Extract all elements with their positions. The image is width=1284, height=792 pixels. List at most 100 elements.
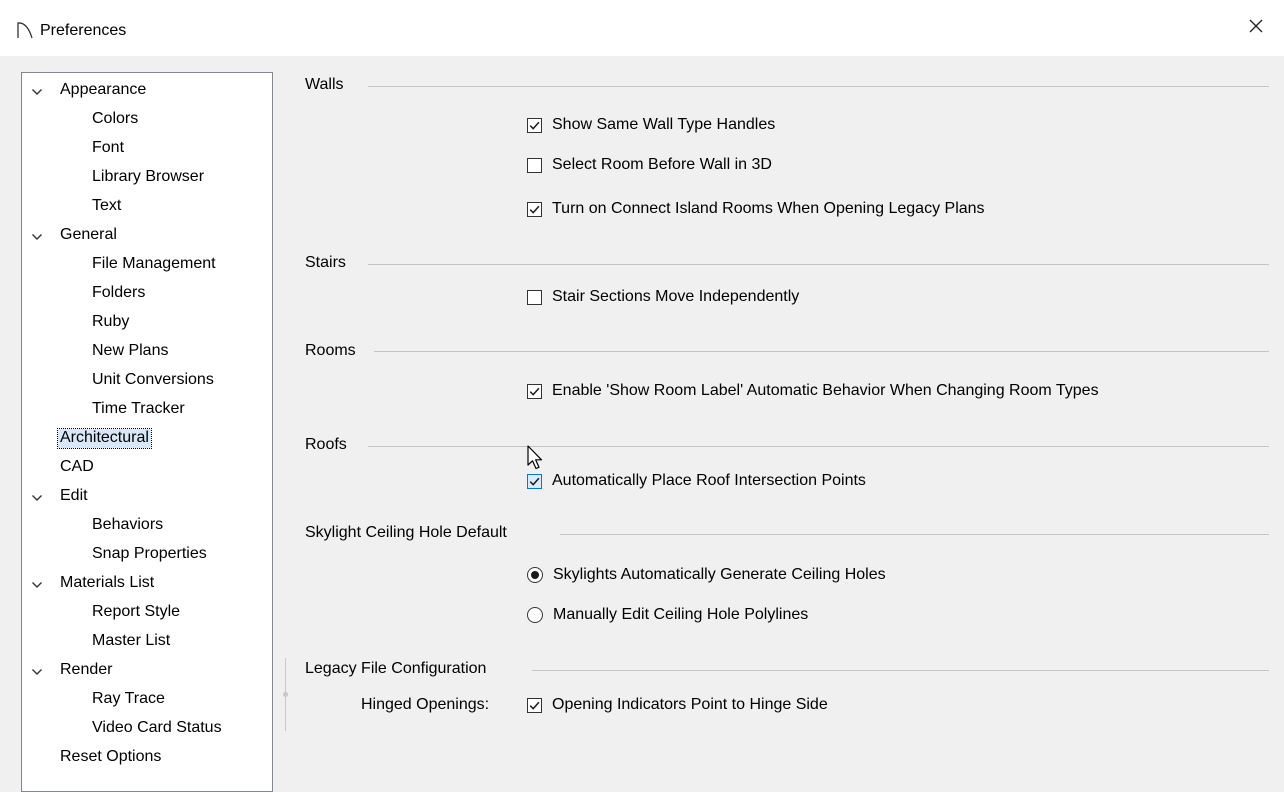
- tree-item-appearance[interactable]: Appearance: [22, 76, 272, 105]
- splitter-handle[interactable]: [283, 658, 288, 731]
- chevron-down-icon[interactable]: [31, 491, 43, 503]
- tree-item-label: Library Browser: [92, 168, 205, 185]
- legacy-group-divider: [532, 670, 1269, 671]
- option-label: Select Room Before Wall in 3D: [552, 156, 772, 173]
- tree-item-label: Appearance: [60, 81, 147, 98]
- skylights-generate-holes-option[interactable]: Skylights Automatically Generate Ceiling…: [527, 566, 886, 584]
- tree-item-folders[interactable]: Folders: [22, 279, 272, 308]
- opening-indicators-option[interactable]: Opening Indicators Point to Hinge Side: [527, 696, 828, 714]
- skylight-group-divider: [560, 534, 1269, 535]
- stairs-group-title: Stairs: [305, 254, 356, 272]
- stair-sections-checkbox[interactable]: [527, 289, 542, 305]
- tree-item-label: Materials List: [60, 574, 155, 591]
- tree-item-ruby[interactable]: Ruby: [22, 308, 272, 337]
- tree-item-report-style[interactable]: Report Style: [22, 598, 272, 627]
- option-label: Skylights Automatically Generate Ceiling…: [553, 566, 886, 583]
- tree-item-master-list[interactable]: Master List: [22, 627, 272, 656]
- close-button[interactable]: [1228, 0, 1284, 56]
- tree-item-label: General: [60, 226, 117, 243]
- tree-item-text[interactable]: Text: [22, 192, 272, 221]
- category-tree[interactable]: Appearance Colors Font Library Browser Text G…: [21, 72, 273, 792]
- tree-item-edit[interactable]: Edit: [22, 482, 272, 511]
- hinged-openings-label: Hinged Openings:: [361, 696, 490, 713]
- option-label: Stair Sections Move Independently: [552, 288, 800, 305]
- manual-ceiling-hole-radio[interactable]: [527, 607, 543, 623]
- tree-item-new-plans[interactable]: New Plans: [22, 337, 272, 366]
- select-room-before-wall-checkbox[interactable]: [527, 157, 542, 173]
- tree-item-label: File Management: [92, 255, 216, 272]
- tree-item-cad[interactable]: CAD: [22, 453, 272, 482]
- window-title: Preferences: [40, 22, 127, 39]
- rooms-group-divider: [374, 351, 1269, 352]
- tree-item-unit-conversions[interactable]: Unit Conversions: [22, 366, 272, 395]
- tree-item-label: Ruby: [92, 313, 130, 330]
- tree-item-behaviors[interactable]: Behaviors: [22, 511, 272, 540]
- tree-item-label: Behaviors: [92, 516, 164, 533]
- connect-island-rooms-checkbox[interactable]: [527, 201, 542, 217]
- option-label: Turn on Connect Island Rooms When Openin…: [552, 200, 985, 217]
- walls-group-title: Walls: [305, 76, 354, 94]
- connect-island-rooms-option[interactable]: Turn on Connect Island Rooms When Openin…: [527, 200, 985, 218]
- tree-item-general[interactable]: General: [22, 221, 272, 250]
- tree-item-colors[interactable]: Colors: [22, 105, 272, 134]
- tree-item-label: Time Tracker: [92, 400, 185, 417]
- opening-indicators-checkbox[interactable]: [527, 697, 542, 713]
- tree-item-snap-properties[interactable]: Snap Properties: [22, 540, 272, 569]
- tree-item-label: Snap Properties: [92, 545, 207, 562]
- legacy-group-title: Legacy File Configuration: [305, 660, 497, 678]
- chevron-down-icon[interactable]: [31, 578, 43, 590]
- tree-item-label: Colors: [92, 110, 139, 127]
- tree-item-time-tracker[interactable]: Time Tracker: [22, 395, 272, 424]
- tree-item-label: Reset Options: [60, 748, 162, 765]
- tree-item-reset-options[interactable]: Reset Options: [22, 743, 272, 772]
- tree-item-label: CAD: [60, 458, 94, 475]
- dialog-client: Appearance Colors Font Library Browser Text G…: [0, 56, 1284, 792]
- tree-item-label: Video Card Status: [92, 719, 222, 736]
- tree-item-label: Folders: [92, 284, 146, 301]
- mouse-pointer-icon: [525, 444, 545, 477]
- select-room-before-wall-option[interactable]: Select Room Before Wall in 3D: [527, 156, 772, 174]
- tree-item-architectural[interactable]: Architectural: [22, 424, 272, 453]
- show-same-wall-type-handles-option[interactable]: Show Same Wall Type Handles: [527, 116, 775, 134]
- title-bar: Preferences: [0, 0, 1284, 56]
- skylights-generate-holes-radio[interactable]: [527, 567, 543, 583]
- tree-item-file-management[interactable]: File Management: [22, 250, 272, 279]
- tree-item-label: Render: [60, 661, 113, 678]
- walls-group-divider: [368, 86, 1269, 87]
- tree-item-label: Report Style: [92, 603, 181, 620]
- tree-item-label: Text: [92, 197, 122, 214]
- tree-item-label: Font: [92, 139, 125, 156]
- show-room-label-option[interactable]: Enable 'Show Room Label' Automatic Behav…: [527, 382, 1099, 400]
- tree-item-render[interactable]: Render: [22, 656, 272, 685]
- option-label: Opening Indicators Point to Hinge Side: [552, 696, 828, 713]
- stair-sections-option[interactable]: Stair Sections Move Independently: [527, 288, 799, 306]
- tree-item-label: Unit Conversions: [92, 371, 214, 388]
- stairs-group-divider: [368, 264, 1269, 265]
- close-icon: [1248, 18, 1264, 39]
- tree-item-label: Ray Trace: [92, 690, 165, 707]
- tree-item-ray-trace[interactable]: Ray Trace: [22, 685, 272, 714]
- rooms-group-title: Rooms: [305, 342, 366, 360]
- tree-item-label: Edit: [60, 487, 88, 504]
- option-label: Manually Edit Ceiling Hole Polylines: [553, 606, 809, 623]
- option-label: Show Same Wall Type Handles: [552, 116, 776, 133]
- tree-item-video-card-status[interactable]: Video Card Status: [22, 714, 272, 743]
- roofs-group-title: Roofs: [305, 436, 357, 454]
- option-label: Automatically Place Roof Intersection Po…: [552, 472, 866, 489]
- chevron-down-icon[interactable]: [31, 230, 43, 242]
- tree-item-label: New Plans: [92, 342, 169, 359]
- chevron-down-icon[interactable]: [31, 665, 43, 677]
- roof-intersection-points-option[interactable]: Automatically Place Roof Intersection Po…: [527, 472, 866, 490]
- tree-item-library-browser[interactable]: Library Browser: [22, 163, 272, 192]
- app-arc-icon: [17, 21, 33, 44]
- tree-item-label: Master List: [92, 632, 171, 649]
- manual-ceiling-hole-option[interactable]: Manually Edit Ceiling Hole Polylines: [527, 606, 808, 624]
- tree-item-font[interactable]: Font: [22, 134, 272, 163]
- option-label: Enable 'Show Room Label' Automatic Behav…: [552, 382, 1099, 399]
- show-same-wall-type-handles-checkbox[interactable]: [527, 117, 542, 133]
- roofs-group-divider: [368, 446, 1269, 447]
- show-room-label-checkbox[interactable]: [527, 383, 542, 399]
- chevron-down-icon[interactable]: [31, 85, 43, 97]
- tree-item-materials-list[interactable]: Materials List: [22, 569, 272, 598]
- skylight-group-title: Skylight Ceiling Hole Default: [305, 524, 517, 542]
